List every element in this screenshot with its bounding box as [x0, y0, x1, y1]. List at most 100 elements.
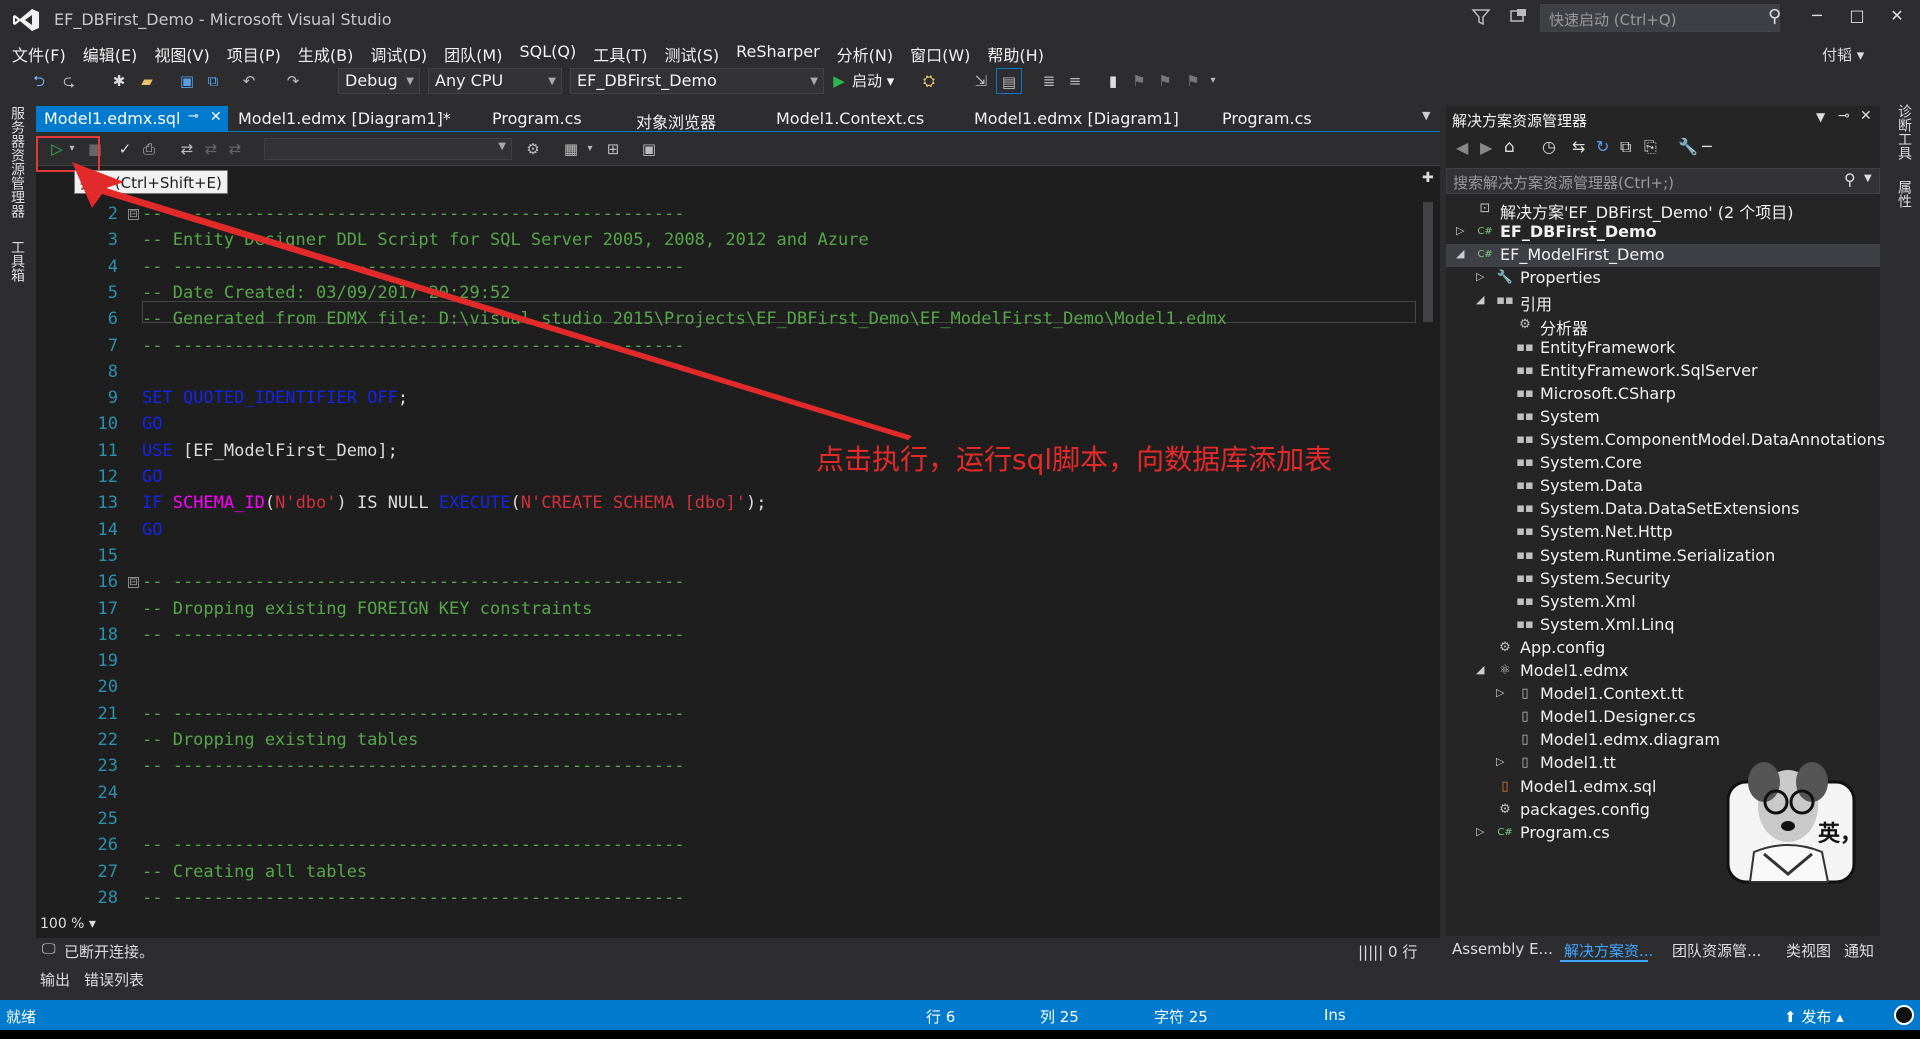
tree-node[interactable]: ▪▪ EntityFramework.SqlServer: [1446, 360, 1880, 383]
collapse-all-icon[interactable]: ⧉: [1620, 137, 1631, 157]
restore-button[interactable]: □: [1842, 6, 1872, 32]
quick-launch-input[interactable]: 快速启动 (Ctrl+Q): [1540, 4, 1780, 32]
solution-search-input[interactable]: 搜索解决方案资源管理器(Ctrl+;): [1446, 168, 1880, 194]
code-line[interactable]: -- -------------------------------------…: [142, 888, 684, 908]
tree-node-label: Model1.edmx.diagram: [1540, 730, 1720, 750]
tree-node[interactable]: ▪▪ System: [1446, 406, 1880, 429]
tab-class-view[interactable]: 类视图: [1786, 940, 1831, 961]
show-all-files-icon[interactable]: ⎘: [1644, 137, 1657, 157]
tab-solution-explorer[interactable]: 解决方案资...: [1564, 940, 1653, 961]
code-line[interactable]: -- Dropping existing FOREIGN KEY constra…: [142, 599, 592, 619]
publish-button[interactable]: ⬆ 发布 ▴: [1784, 1006, 1844, 1027]
search-icon[interactable]: ⚲: [1768, 6, 1781, 27]
status-ready: 就绪: [6, 1008, 37, 1026]
diagnostic-tools-tab[interactable]: 诊断工具: [1894, 104, 1914, 160]
tree-node[interactable]: ⊡ 解决方案'EF_DBFirst_Demo' (2 个项目): [1446, 198, 1880, 222]
expand-icon[interactable]: ▷: [1476, 825, 1484, 838]
tree-node-label: 解决方案'EF_DBFirst_Demo' (2 个项目): [1500, 203, 1794, 222]
tree-node[interactable]: ▪▪ EntityFramework: [1446, 337, 1880, 360]
tree-node[interactable]: ▪▪ System.ComponentModel.DataAnnotations: [1446, 429, 1885, 452]
code-line[interactable]: -- -------------------------------------…: [142, 835, 684, 855]
tree-node[interactable]: ▪▪ System.Data.DataSetExtensions: [1446, 498, 1880, 521]
right-tool-tabs: 诊断工具 属性: [1886, 100, 1920, 960]
code-line[interactable]: -- Creating all tables: [142, 862, 367, 882]
tree-node[interactable]: ◢ C# EF_ModelFirst_Demo: [1446, 244, 1880, 268]
preview-icon[interactable]: ─: [1702, 137, 1712, 156]
tree-node[interactable]: ◢ ▪▪ 引用: [1446, 290, 1880, 314]
tree-node[interactable]: ▪▪ Microsoft.CSharp: [1446, 383, 1880, 406]
scrollbar-thumb[interactable]: [1423, 202, 1433, 322]
tree-node[interactable]: ▪▪ System.Xml: [1446, 591, 1880, 614]
collapse-icon[interactable]: ◢: [1456, 247, 1464, 260]
code-line[interactable]: -- Generated from EDMX file: D:\visual s…: [142, 309, 1227, 329]
properties-icon[interactable]: 🔧: [1678, 137, 1698, 156]
editor-vertical-scrollbar[interactable]: [1418, 172, 1438, 916]
close-button[interactable]: ✕: [1882, 6, 1912, 32]
tree-node[interactable]: ▷ C# EF_DBFirst_Demo: [1446, 221, 1880, 244]
expand-icon[interactable]: ▷: [1496, 686, 1504, 699]
code-line[interactable]: -- -------------------------------------…: [142, 257, 684, 277]
pin-panel-icon[interactable]: ⊸: [1838, 108, 1850, 124]
code-token: EXECUTE: [438, 493, 511, 514]
error-list-tab[interactable]: 错误列表: [84, 969, 144, 990]
tree-node-label: Model1.edmx.sql: [1520, 776, 1657, 796]
code-line[interactable]: -- -------------------------------------…: [142, 336, 684, 356]
tree-node[interactable]: ▯ Model1.Designer.cs: [1446, 706, 1880, 729]
tree-node[interactable]: ▪▪ System.Core: [1446, 452, 1880, 475]
editor-horizontal-scrollbar[interactable]: 100 % ▾: [36, 914, 1418, 936]
code-line[interactable]: USE [EF_ModelFirst_Demo];: [142, 441, 398, 461]
code-line[interactable]: -- Entity Designer DDL Script for SQL Se…: [142, 230, 869, 250]
tree-node[interactable]: ▪▪ System.Data: [1446, 475, 1880, 498]
tab-team-explorer[interactable]: 团队资源管...: [1672, 940, 1761, 961]
code-line[interactable]: SET QUOTED_IDENTIFIER OFF;: [142, 388, 408, 408]
tree-node[interactable]: ▪▪ System.Security: [1446, 568, 1880, 591]
collapse-icon[interactable]: ◢: [1476, 663, 1484, 676]
reference-icon: ▪▪: [1516, 455, 1534, 471]
split-editor-icon[interactable]: ✚: [1422, 170, 1434, 186]
tab-assembly-explorer[interactable]: Assembly E...: [1452, 940, 1553, 958]
search-options-icon[interactable]: ▼: [1864, 173, 1872, 184]
code-line[interactable]: -- -------------------------------------…: [142, 572, 684, 592]
refresh-icon[interactable]: ↻: [1596, 137, 1609, 156]
sync-icon[interactable]: ⇆: [1572, 137, 1585, 156]
tree-node[interactable]: ▷ 🔧 Properties: [1446, 267, 1880, 290]
code-line[interactable]: -- Dropping existing tables: [142, 730, 418, 750]
pending-changes-icon[interactable]: ◷: [1542, 137, 1556, 156]
collapse-icon[interactable]: ◢: [1476, 293, 1484, 306]
bottom-panel-tabs: 输出 错误列表: [36, 966, 436, 992]
properties-tab[interactable]: 属性: [1894, 180, 1914, 208]
notification-icon[interactable]: [1894, 1005, 1914, 1025]
panel-menu-icon[interactable]: ▼: [1816, 110, 1825, 124]
tree-node[interactable]: ◢ ⚛ Model1.edmx: [1446, 660, 1880, 683]
tab-notifications[interactable]: 通知: [1844, 940, 1874, 961]
tree-node[interactable]: ▷ ▯ Model1.Context.tt: [1446, 683, 1880, 706]
code-line[interactable]: -- -------------------------------------…: [142, 625, 684, 645]
code-line[interactable]: -- -------------------------------------…: [142, 704, 684, 724]
tree-node[interactable]: ▪▪ System.Xml.Linq: [1446, 614, 1880, 637]
back-icon[interactable]: ◀: [1456, 138, 1468, 157]
feedback-icon[interactable]: [1508, 6, 1530, 28]
zoom-level[interactable]: 100 % ▾: [40, 916, 96, 932]
tree-node[interactable]: ▪▪ System.Net.Http: [1446, 521, 1880, 544]
expand-icon[interactable]: ▷: [1496, 755, 1504, 768]
home-icon[interactable]: ⌂: [1504, 137, 1515, 157]
tree-node[interactable]: ⚙ 分析器: [1446, 314, 1880, 338]
code-line[interactable]: GO: [142, 520, 162, 540]
code-line[interactable]: -- Date Created: 03/09/2017 20:29:52: [142, 283, 510, 303]
forward-icon[interactable]: ▶: [1480, 138, 1492, 157]
filter-icon[interactable]: [1470, 6, 1492, 28]
search-icon[interactable]: ⚲: [1844, 170, 1856, 189]
tree-node[interactable]: ⚙ App.config: [1446, 637, 1880, 660]
code-line[interactable]: GO: [142, 414, 162, 434]
close-panel-icon[interactable]: ✕: [1860, 108, 1872, 124]
minimize-button[interactable]: ─: [1802, 6, 1832, 32]
expand-icon[interactable]: ▷: [1476, 270, 1484, 283]
output-tab[interactable]: 输出: [40, 969, 70, 990]
code-line[interactable]: -- -------------------------------------…: [142, 756, 684, 776]
tree-node[interactable]: ▪▪ System.Runtime.Serialization: [1446, 545, 1880, 568]
user-account[interactable]: 付韬 ▾: [1822, 44, 1864, 65]
expand-icon[interactable]: ▷: [1456, 224, 1464, 237]
code-line[interactable]: GO: [142, 467, 162, 487]
code-line[interactable]: -- -------------------------------------…: [142, 204, 684, 224]
code-line[interactable]: IF SCHEMA_ID(N'dbo') IS NULL EXECUTE(N'C…: [142, 493, 766, 513]
